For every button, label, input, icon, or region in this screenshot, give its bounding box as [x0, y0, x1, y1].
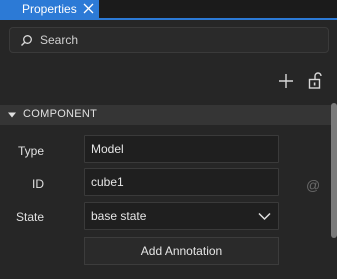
properties-panel: Properties COMPONENT Type Model ID [0, 0, 337, 279]
plus-icon[interactable] [277, 72, 295, 90]
binding-at-icon[interactable]: @ [306, 177, 320, 193]
tab-underline [0, 18, 337, 20]
scrollbar[interactable] [331, 103, 337, 238]
lock-open-icon[interactable] [306, 71, 324, 90]
state-dropdown[interactable]: base state [84, 202, 279, 230]
search-box[interactable] [9, 27, 329, 53]
expand-arrow-icon [8, 112, 16, 118]
tab-bar: Properties [0, 0, 337, 18]
type-field[interactable]: Model [84, 135, 279, 163]
type-value: Model [91, 142, 124, 156]
id-value: cube1 [91, 175, 124, 189]
section-header-component[interactable]: COMPONENT [0, 105, 332, 125]
tab-properties[interactable]: Properties [0, 0, 99, 18]
state-label: State [16, 210, 45, 224]
add-annotation-button[interactable]: Add Annotation [84, 237, 279, 265]
type-label: Type [18, 144, 45, 158]
state-value: base state [91, 209, 147, 223]
id-label: ID [32, 177, 44, 191]
search-icon [21, 35, 32, 46]
close-icon[interactable] [82, 2, 95, 15]
chevron-down-icon [258, 212, 271, 221]
id-field[interactable]: cube1 [84, 168, 279, 196]
search-input[interactable] [40, 31, 320, 49]
tab-label: Properties [22, 2, 77, 16]
section-title: COMPONENT [23, 108, 98, 120]
